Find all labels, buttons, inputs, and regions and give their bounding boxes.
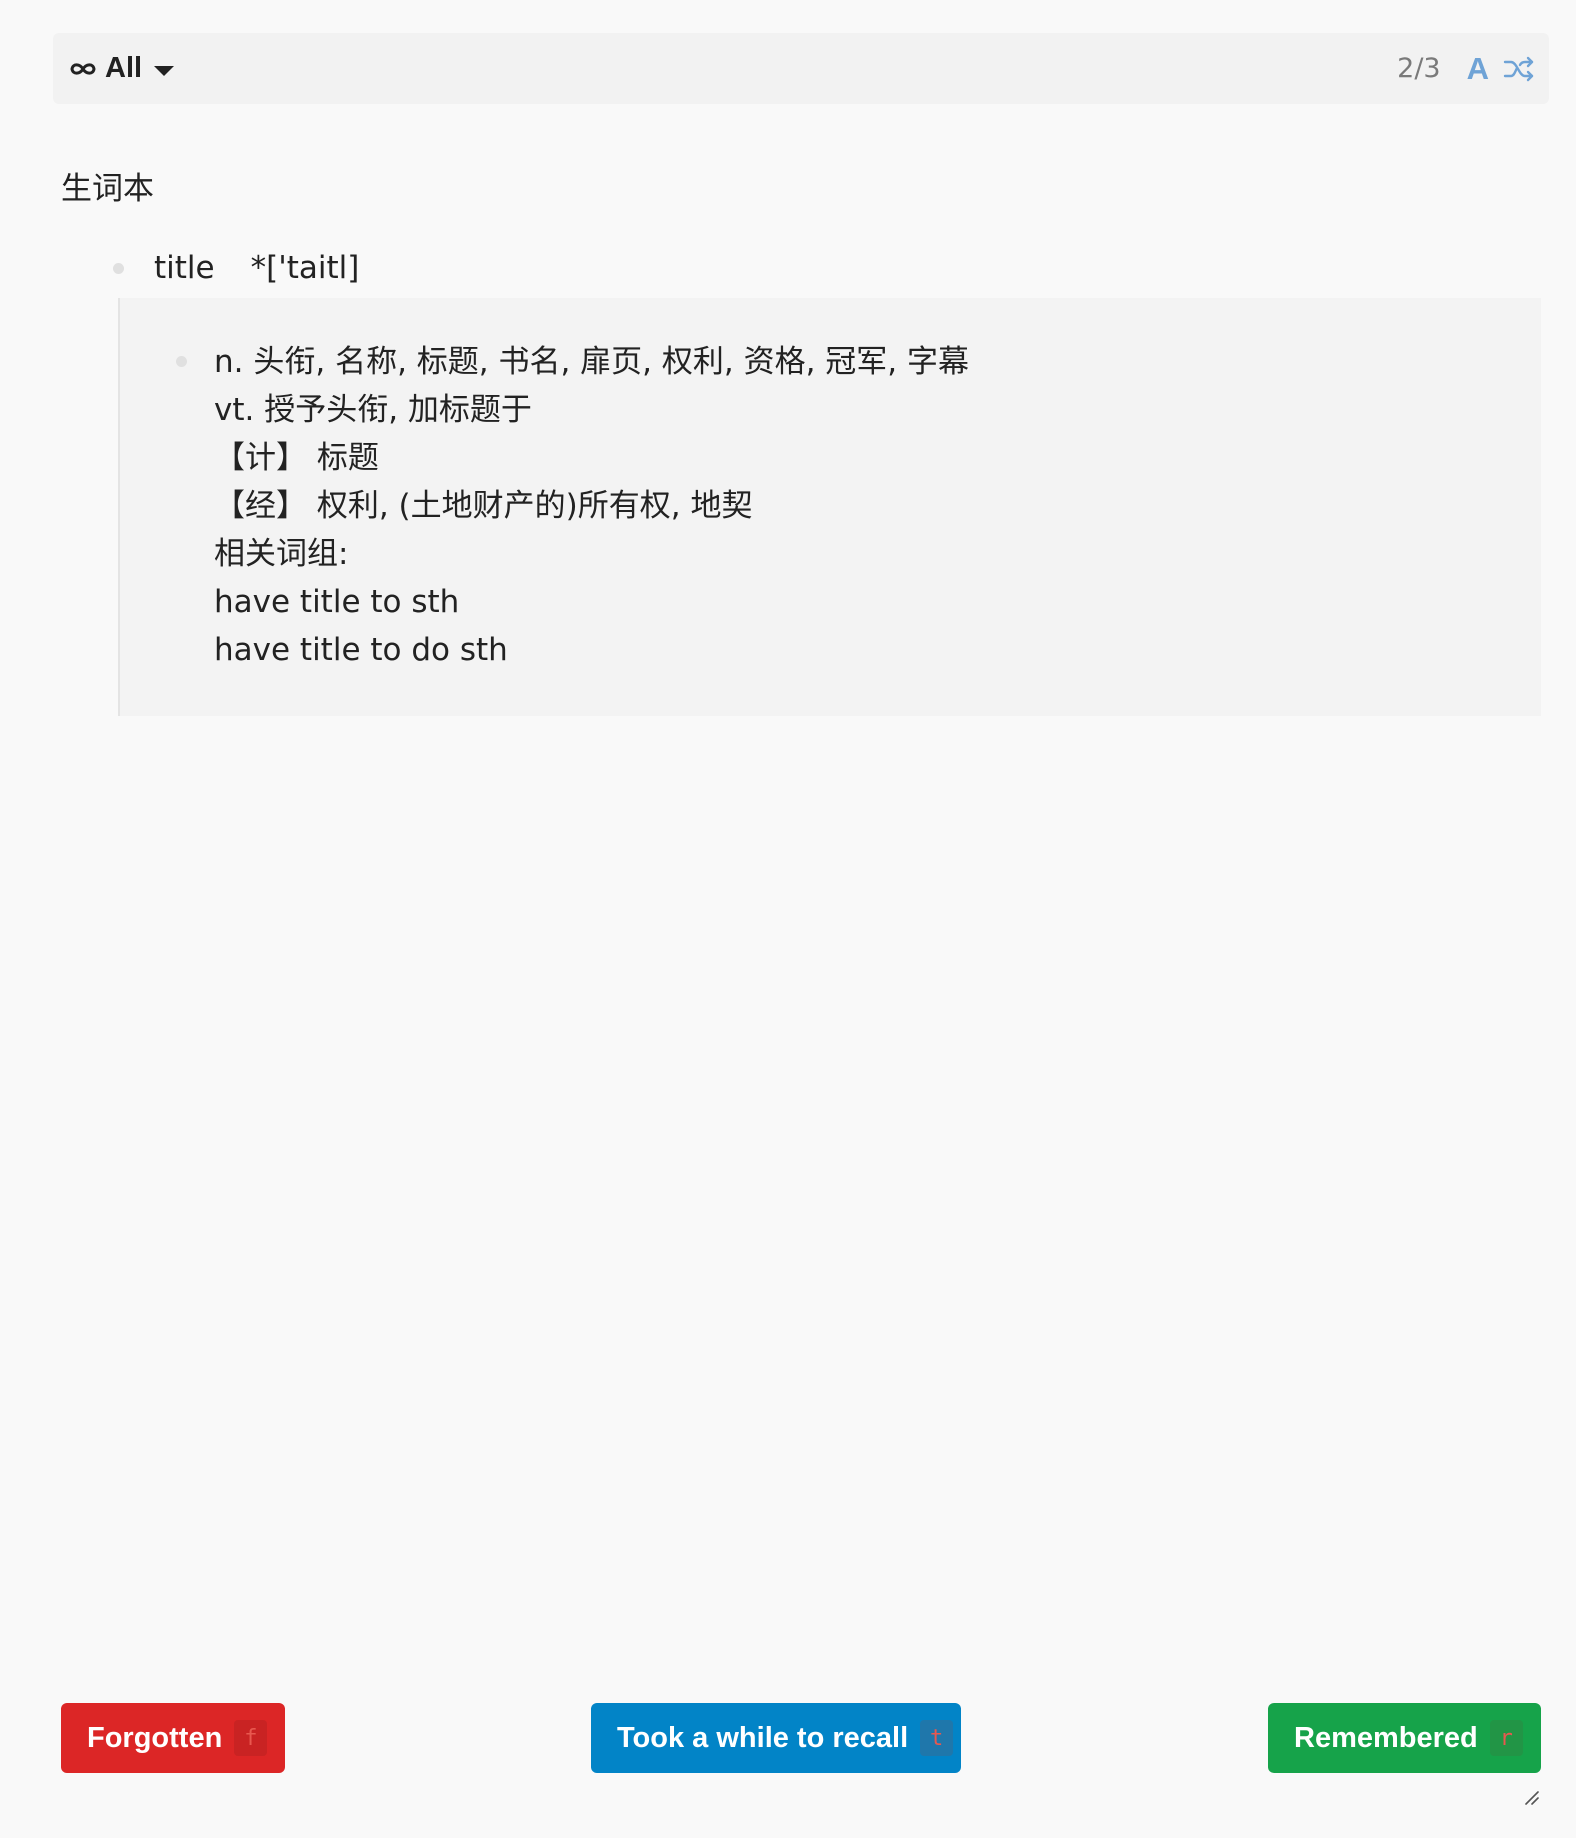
definition-line: 【计】 标题 — [214, 440, 379, 476]
shuffle-icon[interactable] — [1503, 54, 1535, 84]
definition-line: vt. 授予头衔, 加标题于 — [214, 392, 532, 428]
forgotten-label: Forgotten — [87, 1721, 223, 1754]
phonetic-text: *['taitl] — [250, 250, 360, 286]
remembered-button[interactable]: Remembered r — [1268, 1703, 1541, 1773]
filter-dropdown[interactable]: All — [67, 52, 175, 85]
word-text: title — [154, 250, 215, 286]
font-toggle-button[interactable]: A — [1467, 51, 1489, 87]
filter-label: All — [105, 52, 143, 84]
forgotten-button[interactable]: Forgotten f — [61, 1703, 285, 1773]
review-toolbar: All 2/3 A — [53, 33, 1549, 104]
took-a-while-label: Took a while to recall — [617, 1721, 909, 1754]
card-counter: 2/3 — [1397, 53, 1441, 84]
bullet-dot — [113, 262, 124, 274]
definition-list: n. 头衔, 名称, 标题, 书名, 扉页, 权利, 资格, 冠军, 字幕 vt… — [214, 338, 969, 674]
definition-line: 相关词组: — [214, 536, 349, 572]
shortcut-key-badge: r — [1489, 1720, 1523, 1756]
definition-line: n. 头衔, 名称, 标题, 书名, 扉页, 权利, 资格, 冠军, 字幕 — [214, 344, 970, 380]
definition-line: have title to do sth — [214, 632, 508, 668]
chevron-down-icon — [154, 65, 175, 76]
notebook-title: 生词本 — [61, 171, 154, 207]
shortcut-key-badge: f — [234, 1720, 268, 1756]
word-entry: title *['taitl] — [113, 250, 359, 286]
resize-handle-icon[interactable] — [1523, 1789, 1539, 1805]
review-panel: All 2/3 A 生词本 title *['taitl] n. 头衔, 名称,… — [0, 0, 1576, 1838]
definition-block: n. 头衔, 名称, 标题, 书名, 扉页, 权利, 资格, 冠军, 字幕 vt… — [118, 298, 1541, 716]
shortcut-key-badge: t — [920, 1720, 954, 1756]
definition-line: have title to sth — [214, 584, 460, 620]
definition-line: 【经】 权利, (土地财产的)所有权, 地契 — [214, 488, 753, 524]
bullet-dot — [176, 356, 187, 367]
remembered-label: Remembered — [1294, 1721, 1478, 1754]
infinity-icon — [67, 59, 99, 79]
took-a-while-button[interactable]: Took a while to recall t — [591, 1703, 961, 1773]
toolbar-right: 2/3 A — [1397, 51, 1535, 87]
